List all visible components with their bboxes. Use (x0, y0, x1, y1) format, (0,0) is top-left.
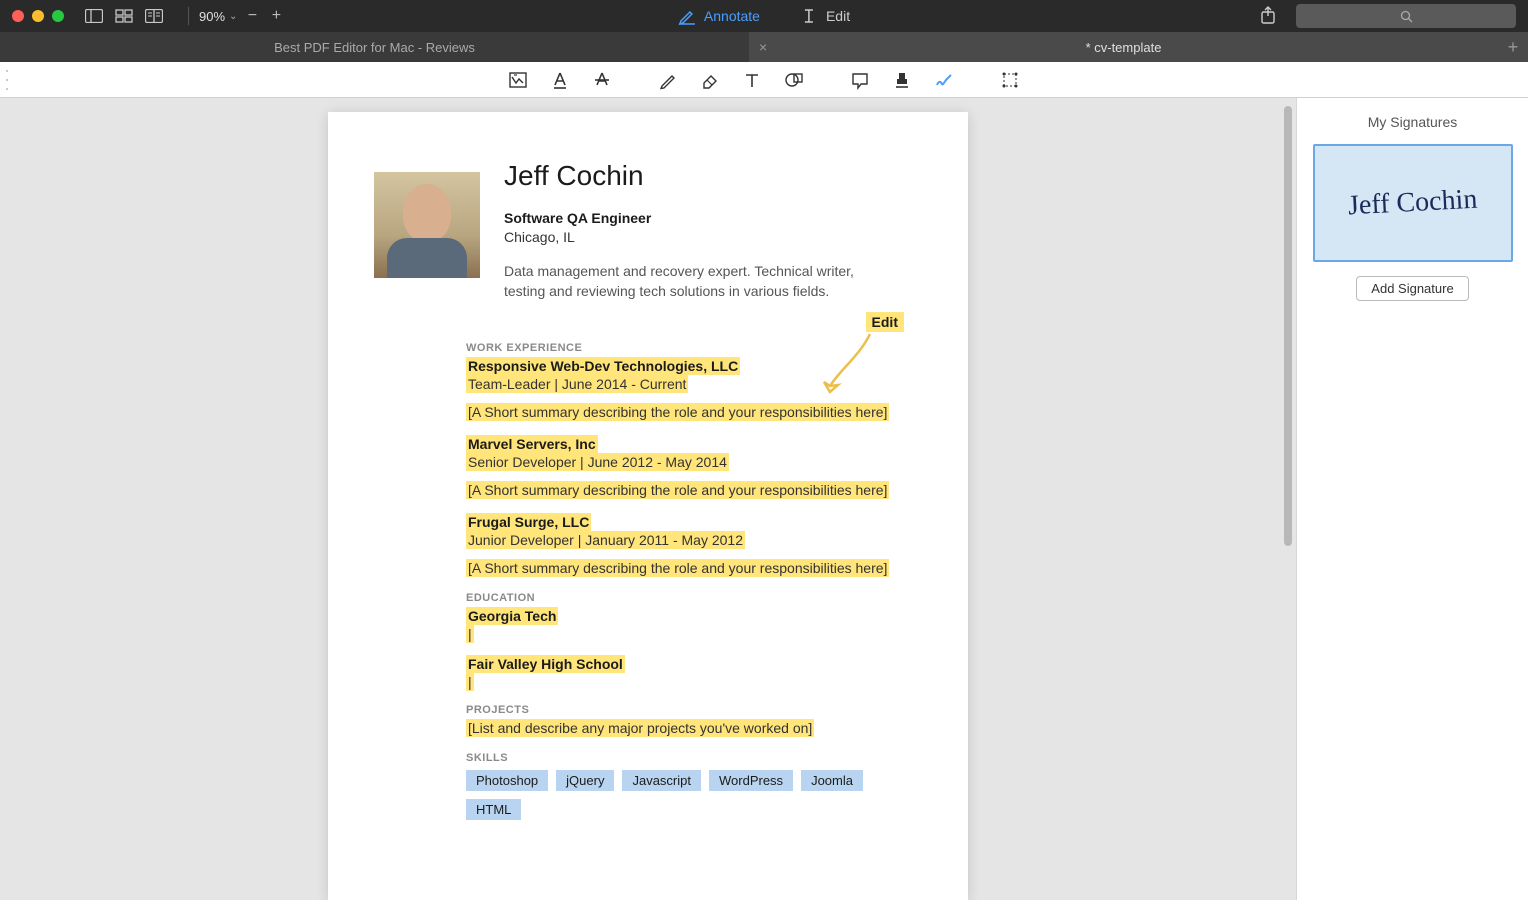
underline-tool[interactable] (549, 69, 571, 91)
divider (188, 7, 189, 25)
skill-tag: HTML (466, 799, 521, 820)
skill-tag: Javascript (622, 770, 701, 791)
education-label: EDUCATION (466, 592, 922, 604)
text-tool[interactable] (741, 69, 763, 91)
strikethrough-tool[interactable] (591, 69, 613, 91)
tab-label: Best PDF Editor for Mac - Reviews (274, 40, 475, 55)
select-tool[interactable] (999, 69, 1021, 91)
signatures-panel: My Signatures Jeff Cochin Add Signature (1296, 98, 1528, 900)
zoom-in-button[interactable]: + (267, 7, 285, 25)
new-tab-button[interactable]: + (1498, 32, 1528, 62)
profile-location: Chicago, IL (504, 229, 884, 245)
view-mode-group (84, 8, 164, 24)
job-company: Frugal Surge, LLC (466, 514, 922, 530)
tab-label: * cv-template (1086, 40, 1162, 55)
profile-name: Jeff Cochin (504, 160, 884, 192)
edu-school: Fair Valley High School (466, 656, 922, 672)
edu-meta: | (466, 626, 922, 642)
arrow-annotation (820, 330, 880, 396)
job-meta: Junior Developer | January 2011 - May 20… (466, 532, 922, 548)
main-area: Jeff Cochin Software QA Engineer Chicago… (0, 98, 1528, 900)
job-meta: Senior Developer | June 2012 - May 2014 (466, 454, 922, 470)
signature-preview: Jeff Cochin (1348, 184, 1479, 223)
job-desc: [A Short summary describing the role and… (466, 560, 922, 576)
job-desc: [A Short summary describing the role and… (466, 482, 922, 498)
job-desc: [A Short summary describing the role and… (466, 404, 922, 420)
mode-switcher: Annotate Edit (678, 7, 850, 25)
job-company: Marvel Servers, Inc (466, 436, 922, 452)
close-window-button[interactable] (12, 10, 24, 22)
skill-tag: jQuery (556, 770, 614, 791)
skills-list: Photoshop jQuery Javascript WordPress Joomla… (466, 770, 922, 820)
projects-label: PROJECTS (466, 704, 922, 716)
projects-desc: [List and describe any major projects yo… (466, 720, 922, 736)
thumbnail-view-icon[interactable] (114, 8, 134, 24)
pdf-page: Jeff Cochin Software QA Engineer Chicago… (328, 112, 968, 900)
eraser-tool[interactable] (699, 69, 721, 91)
chevron-down-icon: ⌄ (229, 11, 237, 22)
tab-cv-template[interactable]: × * cv-template (749, 32, 1498, 62)
shape-tool[interactable] (783, 69, 805, 91)
profile-role: Software QA Engineer (504, 210, 884, 226)
edu-meta: | (466, 674, 922, 690)
edit-label: Edit (826, 8, 850, 24)
titlebar: 90%⌄ − + Annotate Edit (0, 0, 1528, 32)
share-button[interactable] (1260, 6, 1276, 27)
tab-reviews[interactable]: Best PDF Editor for Mac - Reviews (0, 32, 749, 62)
annotate-mode-button[interactable]: Annotate (678, 7, 760, 25)
profile-photo (374, 172, 480, 278)
skills-label: SKILLS (466, 752, 922, 764)
scrollbar[interactable] (1284, 106, 1292, 546)
pen-tool[interactable] (657, 69, 679, 91)
edit-mode-button[interactable]: Edit (800, 7, 850, 25)
tab-bar: Best PDF Editor for Mac - Reviews × * cv… (0, 32, 1528, 62)
edu-school: Georgia Tech (466, 608, 922, 624)
annotate-label: Annotate (704, 8, 760, 24)
add-signature-button[interactable]: Add Signature (1356, 276, 1468, 301)
zoom-out-button[interactable]: − (243, 7, 261, 25)
highlight-tool[interactable] (507, 69, 529, 91)
note-tool[interactable] (849, 69, 871, 91)
zoom-dropdown[interactable]: 90%⌄ (199, 9, 237, 24)
edit-icon (800, 7, 818, 25)
annotate-icon (678, 7, 696, 25)
search-icon (1400, 10, 1413, 23)
skill-tag: Joomla (801, 770, 863, 791)
close-tab-button[interactable]: × (759, 39, 767, 55)
signature-tool[interactable] (933, 69, 955, 91)
stamp-tool[interactable] (891, 69, 913, 91)
zoom-control: 90%⌄ − + (199, 7, 285, 25)
skill-tag: WordPress (709, 770, 793, 791)
annotation-toolbar (0, 62, 1528, 98)
document-canvas[interactable]: Jeff Cochin Software QA Engineer Chicago… (0, 98, 1296, 900)
cv-content: Edit WORK EXPERIENCE Responsive Web-Dev … (466, 342, 922, 820)
two-page-view-icon[interactable] (144, 8, 164, 24)
profile-bio: Data management and recovery expert. Tec… (504, 261, 884, 302)
toolbar-handle-icon[interactable] (6, 70, 12, 90)
minimize-window-button[interactable] (32, 10, 44, 22)
right-tools (1260, 4, 1516, 28)
signatures-title: My Signatures (1313, 114, 1512, 130)
signature-card[interactable]: Jeff Cochin (1313, 144, 1513, 262)
skill-tag: Photoshop (466, 770, 548, 791)
edit-annotation[interactable]: Edit (866, 312, 904, 332)
maximize-window-button[interactable] (52, 10, 64, 22)
sidebar-toggle-icon[interactable] (84, 8, 104, 24)
window-controls (12, 10, 64, 22)
search-input[interactable] (1296, 4, 1516, 28)
